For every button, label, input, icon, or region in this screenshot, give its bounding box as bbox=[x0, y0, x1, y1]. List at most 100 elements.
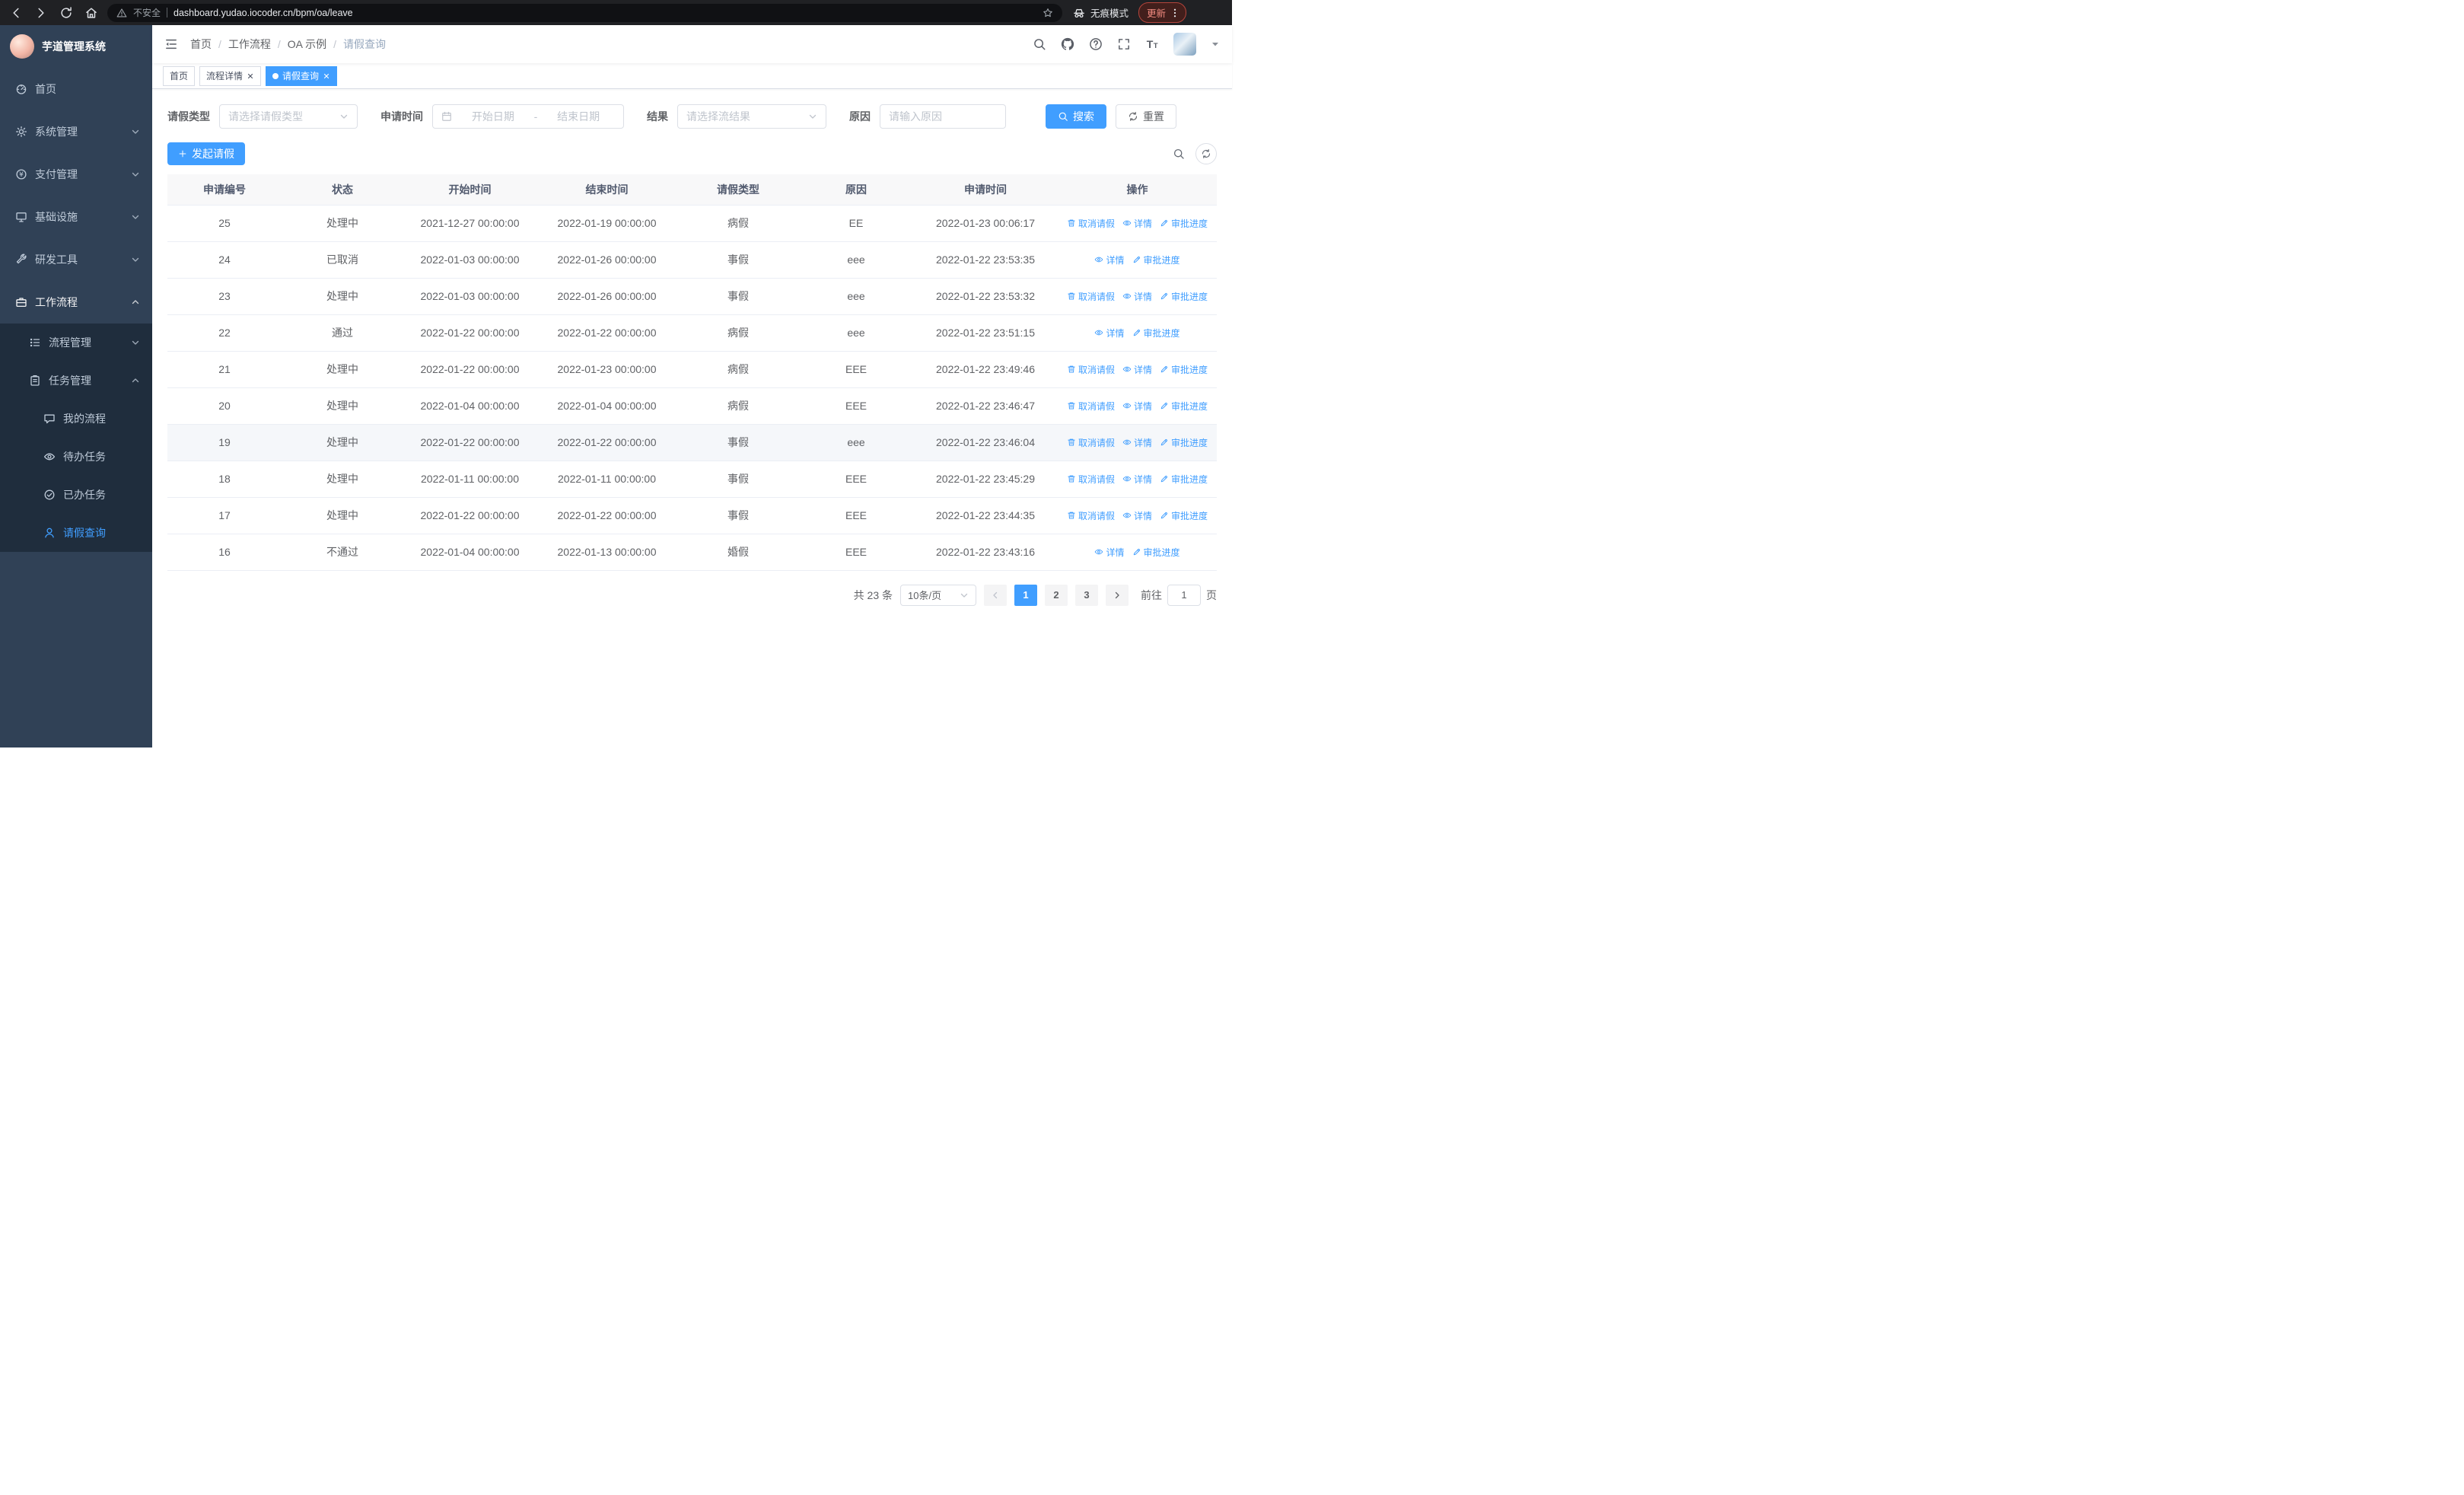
create-leave-button[interactable]: 发起请假 bbox=[167, 142, 245, 165]
approval-progress-link[interactable]: 审批进度 bbox=[1132, 327, 1180, 339]
breadcrumb-item-home[interactable]: 首页 bbox=[190, 37, 212, 52]
next-page-button[interactable] bbox=[1106, 584, 1129, 606]
result-select[interactable]: 请选择流结果 bbox=[677, 104, 826, 129]
tab-label: 首页 bbox=[170, 71, 189, 81]
refresh-icon bbox=[1128, 111, 1138, 122]
approval-progress-link[interactable]: 审批进度 bbox=[1132, 546, 1180, 559]
approval-progress-link[interactable]: 审批进度 bbox=[1132, 253, 1180, 266]
help-icon[interactable] bbox=[1089, 37, 1103, 51]
tab-process-detail[interactable]: 流程详情 bbox=[199, 65, 262, 86]
cancel-leave-link[interactable]: 取消请假 bbox=[1067, 363, 1115, 376]
detail-link[interactable]: 详情 bbox=[1122, 363, 1152, 376]
avatar-caret-icon[interactable] bbox=[1211, 40, 1220, 49]
reason-input[interactable] bbox=[880, 104, 1006, 129]
forward-icon[interactable] bbox=[34, 6, 48, 20]
cell-end-time: 2022-01-22 00:00:00 bbox=[536, 314, 677, 352]
browser-update-menu-button[interactable]: 更新 bbox=[1138, 2, 1187, 23]
detail-link[interactable]: 详情 bbox=[1094, 253, 1125, 266]
breadcrumb-item-workflow[interactable]: 工作流程 bbox=[228, 37, 271, 52]
detail-link[interactable]: 详情 bbox=[1122, 290, 1152, 303]
approval-progress-link[interactable]: 审批进度 bbox=[1160, 217, 1208, 230]
leave-type-select[interactable]: 请选择请假类型 bbox=[219, 104, 358, 129]
cell-start-time: 2022-01-11 00:00:00 bbox=[403, 461, 536, 498]
cell-start-time: 2022-01-22 00:00:00 bbox=[403, 314, 536, 352]
chat-icon bbox=[43, 413, 56, 425]
toggle-search-icon[interactable] bbox=[1173, 148, 1185, 160]
edit-icon bbox=[1160, 438, 1169, 447]
cancel-leave-link[interactable]: 取消请假 bbox=[1067, 473, 1115, 486]
sidebar-item-infra[interactable]: 基础设施 bbox=[0, 196, 152, 238]
sidebar-item-payment[interactable]: 支付管理 bbox=[0, 153, 152, 196]
cancel-leave-link[interactable]: 取消请假 bbox=[1067, 436, 1115, 449]
sidebar-item-done-tasks[interactable]: 已办任务 bbox=[0, 476, 152, 514]
chevron-down-icon bbox=[339, 112, 349, 121]
cancel-leave-link[interactable]: 取消请假 bbox=[1067, 509, 1115, 522]
sidebar-toggle-icon[interactable] bbox=[164, 37, 178, 51]
cancel-leave-link[interactable]: 取消请假 bbox=[1067, 290, 1115, 303]
tab-home[interactable]: 首页 bbox=[163, 65, 196, 86]
cancel-leave-link[interactable]: 取消请假 bbox=[1067, 217, 1115, 230]
cell-status: 通过 bbox=[282, 314, 403, 352]
sidebar-item-home[interactable]: 首页 bbox=[0, 68, 152, 110]
reason-label: 原因 bbox=[849, 110, 871, 123]
detail-link[interactable]: 详情 bbox=[1122, 400, 1152, 413]
approval-progress-link[interactable]: 审批进度 bbox=[1160, 363, 1208, 376]
address-bar[interactable]: 不安全 dashboard.yudao.iocoder.cn/bpm/oa/le… bbox=[107, 3, 1062, 22]
sidebar-item-devtools[interactable]: 研发工具 bbox=[0, 238, 152, 281]
incognito-badge[interactable]: 无痕模式 bbox=[1073, 5, 1129, 20]
approval-progress-link[interactable]: 审批进度 bbox=[1160, 473, 1208, 486]
sidebar-item-label: 首页 bbox=[35, 83, 56, 95]
tab-leave-query[interactable]: 请假查询 bbox=[266, 65, 338, 86]
github-icon[interactable] bbox=[1061, 37, 1074, 51]
back-icon[interactable] bbox=[9, 6, 23, 20]
apply-time-range-picker[interactable]: 开始日期 - 结束日期 bbox=[432, 104, 624, 129]
user-avatar[interactable] bbox=[1173, 33, 1196, 56]
fullscreen-icon[interactable] bbox=[1117, 37, 1131, 51]
approval-progress-link[interactable]: 审批进度 bbox=[1160, 290, 1208, 303]
sidebar-item-task-mgmt[interactable]: 任务管理 bbox=[0, 362, 152, 400]
detail-link[interactable]: 详情 bbox=[1122, 473, 1152, 486]
sidebar-item-todo-tasks[interactable]: 待办任务 bbox=[0, 438, 152, 476]
sidebar-menu: 首页 系统管理 支付管理 基础设施 研发工具 工作流程 流程管理 任务管理 我的… bbox=[0, 68, 152, 552]
reset-button[interactable]: 重置 bbox=[1116, 104, 1176, 129]
sidebar-item-label: 任务管理 bbox=[49, 375, 91, 387]
toolbar-right-icons bbox=[1173, 143, 1217, 164]
bookmark-star-icon[interactable] bbox=[1043, 8, 1053, 18]
refresh-table-button[interactable] bbox=[1195, 143, 1217, 164]
detail-link[interactable]: 详情 bbox=[1094, 546, 1125, 559]
close-icon[interactable] bbox=[323, 72, 330, 80]
breadcrumb-separator: / bbox=[218, 38, 221, 50]
header-search-icon[interactable] bbox=[1033, 37, 1046, 51]
trash-icon bbox=[1067, 474, 1076, 483]
page-button-2[interactable]: 2 bbox=[1045, 584, 1068, 606]
close-icon[interactable] bbox=[247, 72, 254, 80]
page-button-1[interactable]: 1 bbox=[1014, 584, 1037, 606]
detail-link[interactable]: 详情 bbox=[1122, 436, 1152, 449]
approval-progress-link[interactable]: 审批进度 bbox=[1160, 400, 1208, 413]
font-size-icon[interactable] bbox=[1145, 37, 1159, 51]
sidebar: 芋道管理系统 首页 系统管理 支付管理 基础设施 研发工具 工作流程 流程管理 … bbox=[0, 25, 152, 748]
sidebar-item-process-mgmt[interactable]: 流程管理 bbox=[0, 324, 152, 362]
sidebar-item-leave-query[interactable]: 请假查询 bbox=[0, 514, 152, 552]
sidebar-item-my-process[interactable]: 我的流程 bbox=[0, 400, 152, 438]
edit-icon bbox=[1160, 292, 1169, 301]
goto-page-input[interactable] bbox=[1167, 584, 1201, 606]
page-button-3[interactable]: 3 bbox=[1075, 584, 1098, 606]
cell-leave-type: 事假 bbox=[677, 497, 799, 534]
search-button[interactable]: 搜索 bbox=[1046, 104, 1106, 129]
detail-link[interactable]: 详情 bbox=[1094, 327, 1125, 339]
reload-icon[interactable] bbox=[59, 6, 73, 20]
detail-link[interactable]: 详情 bbox=[1122, 217, 1152, 230]
approval-progress-link[interactable]: 审批进度 bbox=[1160, 509, 1208, 522]
page-size-select[interactable]: 10条/页 bbox=[900, 584, 976, 606]
cancel-leave-link[interactable]: 取消请假 bbox=[1067, 400, 1115, 413]
cell-apply-time: 2022-01-22 23:53:35 bbox=[913, 241, 1058, 279]
approval-progress-link[interactable]: 审批进度 bbox=[1160, 436, 1208, 449]
browser-home-icon[interactable] bbox=[84, 6, 98, 20]
sidebar-item-workflow[interactable]: 工作流程 bbox=[0, 281, 152, 324]
sidebar-item-system[interactable]: 系统管理 bbox=[0, 110, 152, 153]
action-label: 详情 bbox=[1133, 510, 1152, 521]
breadcrumb-item-oa-example[interactable]: OA 示例 bbox=[288, 37, 326, 52]
prev-page-button[interactable] bbox=[984, 584, 1007, 606]
detail-link[interactable]: 详情 bbox=[1122, 509, 1152, 522]
